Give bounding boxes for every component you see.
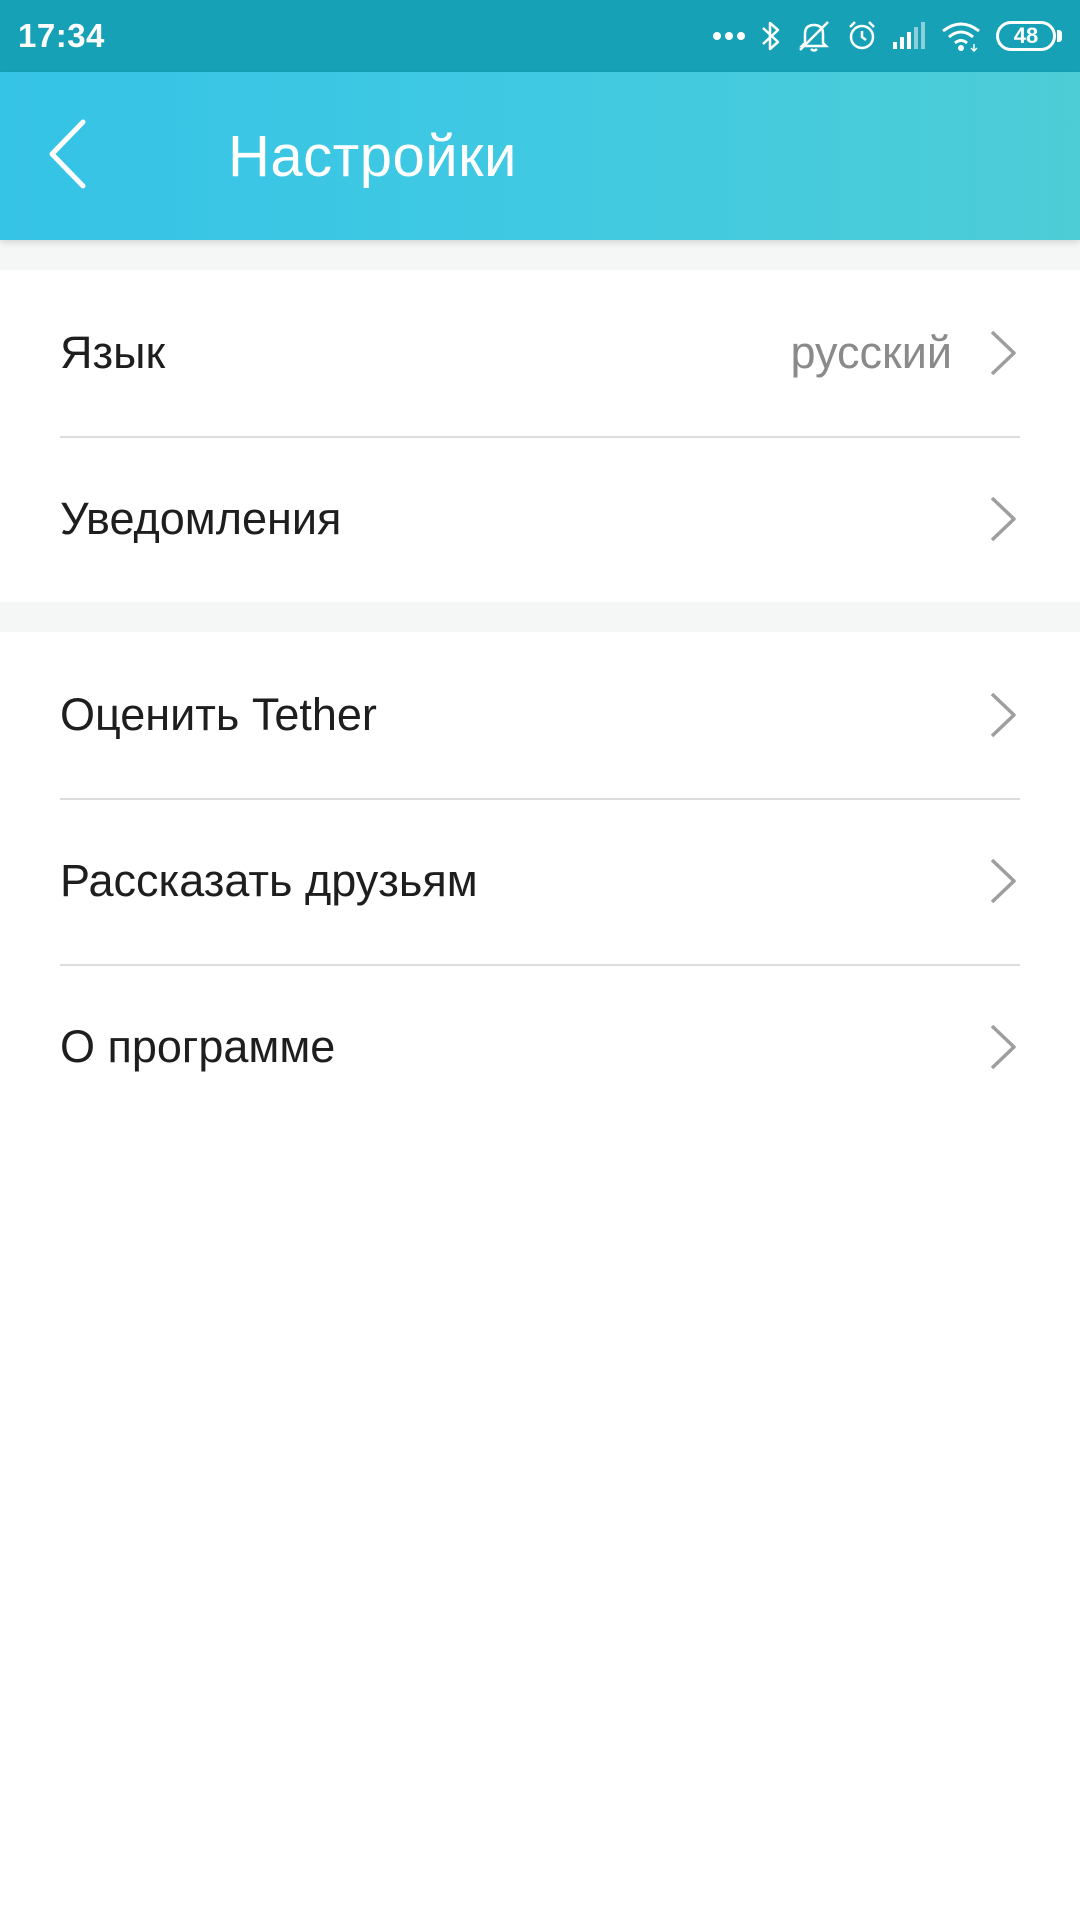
settings-item-label: Рассказать друзьям (60, 855, 478, 906)
battery-level: 48 (996, 21, 1056, 51)
settings-item-share[interactable]: Рассказать друзьям (0, 798, 1080, 964)
back-button[interactable] (0, 72, 150, 240)
battery-icon: 48 (996, 21, 1062, 51)
section-divider (0, 240, 1080, 270)
silent-icon (796, 19, 832, 53)
settings-item-notifications[interactable]: Уведомления (0, 436, 1080, 602)
settings-section-general: Язык русский Уведомления (0, 270, 1080, 602)
chevron-right-icon (986, 690, 1020, 740)
settings-item-label: О программе (60, 1021, 336, 1072)
settings-list: Язык русский Уведомления Оценить Tether … (0, 240, 1080, 1130)
chevron-right-icon (986, 328, 1020, 378)
wifi-icon (940, 20, 982, 52)
chevron-left-icon (49, 119, 87, 193)
chevron-right-icon (986, 1022, 1020, 1072)
app-bar: Настройки (0, 72, 1080, 240)
battery-tip (1057, 30, 1062, 42)
section-divider (0, 602, 1080, 632)
settings-item-about[interactable]: О программе (0, 964, 1080, 1130)
settings-item-rate-app[interactable]: Оценить Tether (0, 632, 1080, 798)
settings-item-label: Уведомления (60, 493, 342, 544)
chevron-right-icon (986, 494, 1020, 544)
chevron-right-icon (986, 856, 1020, 906)
bluetooth-icon (760, 19, 782, 53)
settings-section-about: Оценить Tether Рассказать друзьям О прог… (0, 632, 1080, 1130)
status-time: 17:34 (18, 17, 105, 54)
status-icons: 48 (712, 0, 1062, 72)
status-bar: 17:34 48 (0, 0, 1080, 72)
settings-item-label: Язык (60, 327, 166, 378)
settings-item-value: русский (790, 327, 952, 378)
settings-item-language[interactable]: Язык русский (0, 270, 1080, 436)
signal-icon (892, 22, 926, 50)
settings-item-label: Оценить Tether (60, 689, 377, 740)
page-title: Настройки (228, 123, 517, 189)
more-dots-icon (712, 30, 746, 42)
alarm-icon (846, 19, 878, 53)
